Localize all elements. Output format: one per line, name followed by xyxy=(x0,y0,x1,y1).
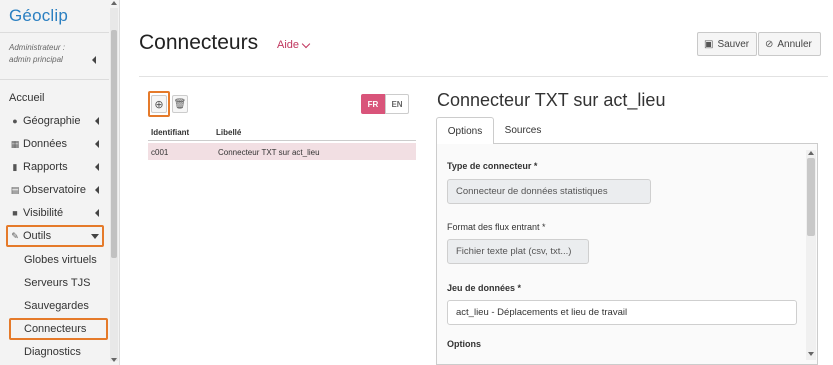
lang-en-button[interactable]: EN xyxy=(385,94,409,114)
delete-button[interactable]: 🗑 xyxy=(172,95,188,113)
table-header-divider xyxy=(148,140,416,141)
sidebar-item-observatoire[interactable]: ▤ Observatoire xyxy=(9,181,105,199)
caret-left-icon xyxy=(95,140,99,148)
column-header-label[interactable]: Libellé xyxy=(216,128,241,137)
floppy-icon: ▣ xyxy=(704,38,714,50)
sidebar-subitem-serveurs-tjs[interactable]: Serveurs TJS xyxy=(24,277,90,289)
bar-chart-icon: ▮ xyxy=(12,161,18,172)
cancel-button[interactable]: ⊘ Annuler xyxy=(758,32,821,56)
app-logo[interactable]: Géoclip xyxy=(9,6,68,26)
scroll-up-icon[interactable] xyxy=(111,1,117,5)
sidebar-item-label: Rapports xyxy=(23,161,68,173)
scroll-down-icon[interactable] xyxy=(808,352,814,356)
scroll-up-icon[interactable] xyxy=(808,151,814,155)
caret-left-icon xyxy=(95,117,99,125)
options-section-label: Options xyxy=(447,339,481,349)
cancel-label: Annuler xyxy=(777,38,812,50)
tab-options[interactable]: Options xyxy=(436,117,494,144)
admin-role: Administrateur : xyxy=(9,43,66,52)
sidebar-item-visibilite[interactable]: ■ Visibilité xyxy=(9,204,105,222)
divider xyxy=(0,32,109,33)
app-window: Géoclip Administrateur : admin principal… xyxy=(0,0,833,365)
header-divider xyxy=(139,76,828,77)
dataset-label: Jeu de données * xyxy=(447,283,522,293)
caret-left-icon xyxy=(95,186,99,194)
chevron-down-icon xyxy=(301,39,311,48)
scroll-down-icon[interactable] xyxy=(111,358,117,362)
panel-scrollbar-thumb[interactable] xyxy=(807,158,815,236)
format-label: Format des flux entrant * xyxy=(447,222,546,232)
page-title: Connecteurs xyxy=(139,31,259,54)
globe-icon: ● xyxy=(12,116,18,126)
caret-left-icon xyxy=(95,209,99,217)
save-label: Sauver xyxy=(717,38,750,50)
sidebar-item-label: Géographie xyxy=(23,115,81,127)
list-icon: ▤ xyxy=(10,184,20,195)
highlight-connecteurs xyxy=(9,318,108,340)
cell-id: c001 xyxy=(151,148,169,157)
tab-sources[interactable]: Sources xyxy=(494,117,552,144)
dataset-field[interactable]: act_lieu - Déplacements et lieu de trava… xyxy=(447,300,797,325)
sidebar-subitem-sauvegardes[interactable]: Sauvegardes xyxy=(24,300,89,312)
sidebar-item-donnees[interactable]: ▦ Données xyxy=(9,135,105,153)
sidebar: Géoclip Administrateur : admin principal… xyxy=(0,0,120,365)
trash-icon: 🗑 xyxy=(173,98,187,110)
ban-icon: ⊘ xyxy=(765,38,774,50)
highlight-outils xyxy=(6,225,104,247)
type-field: Connecteur de données statistiques xyxy=(447,179,651,204)
sidebar-subitem-diagnostics[interactable]: Diagnostics xyxy=(24,346,81,358)
caret-left-icon xyxy=(95,163,99,171)
lang-fr-button[interactable]: FR xyxy=(361,94,385,114)
sidebar-item-geographie[interactable]: ● Géographie xyxy=(9,112,105,130)
grid-icon: ▦ xyxy=(10,138,20,149)
sidebar-item-label: Visibilité xyxy=(23,207,64,219)
admin-info: Administrateur : admin principal xyxy=(9,42,65,66)
highlight-add xyxy=(148,91,170,117)
aide-label: Aide xyxy=(277,39,300,51)
collapse-user-icon[interactable] xyxy=(92,56,96,64)
sidebar-item-accueil[interactable]: Accueil xyxy=(9,89,105,107)
sidebar-subitem-globes[interactable]: Globes virtuels xyxy=(24,254,97,266)
sidebar-item-rapports[interactable]: ▮ Rapports xyxy=(9,158,105,176)
aide-dropdown[interactable]: Aide xyxy=(277,39,311,51)
lock-icon: ■ xyxy=(12,208,18,218)
sidebar-item-label: Accueil xyxy=(9,92,45,104)
sidebar-item-label: Observatoire xyxy=(23,184,86,196)
cell-label: Connecteur TXT sur act_lieu xyxy=(218,148,320,157)
save-button[interactable]: ▣ Sauver xyxy=(697,32,757,56)
column-header-id[interactable]: Identifiant xyxy=(151,128,189,137)
sidebar-scrollbar-thumb[interactable] xyxy=(111,30,117,258)
sidebar-item-label: Données xyxy=(23,138,68,150)
detail-title: Connecteur TXT sur act_lieu xyxy=(437,90,666,110)
type-label: Type de connecteur * xyxy=(447,161,538,171)
admin-name: admin principal xyxy=(9,55,63,64)
format-field: Fichier texte plat (csv, txt...) xyxy=(447,239,589,264)
divider xyxy=(0,79,109,80)
